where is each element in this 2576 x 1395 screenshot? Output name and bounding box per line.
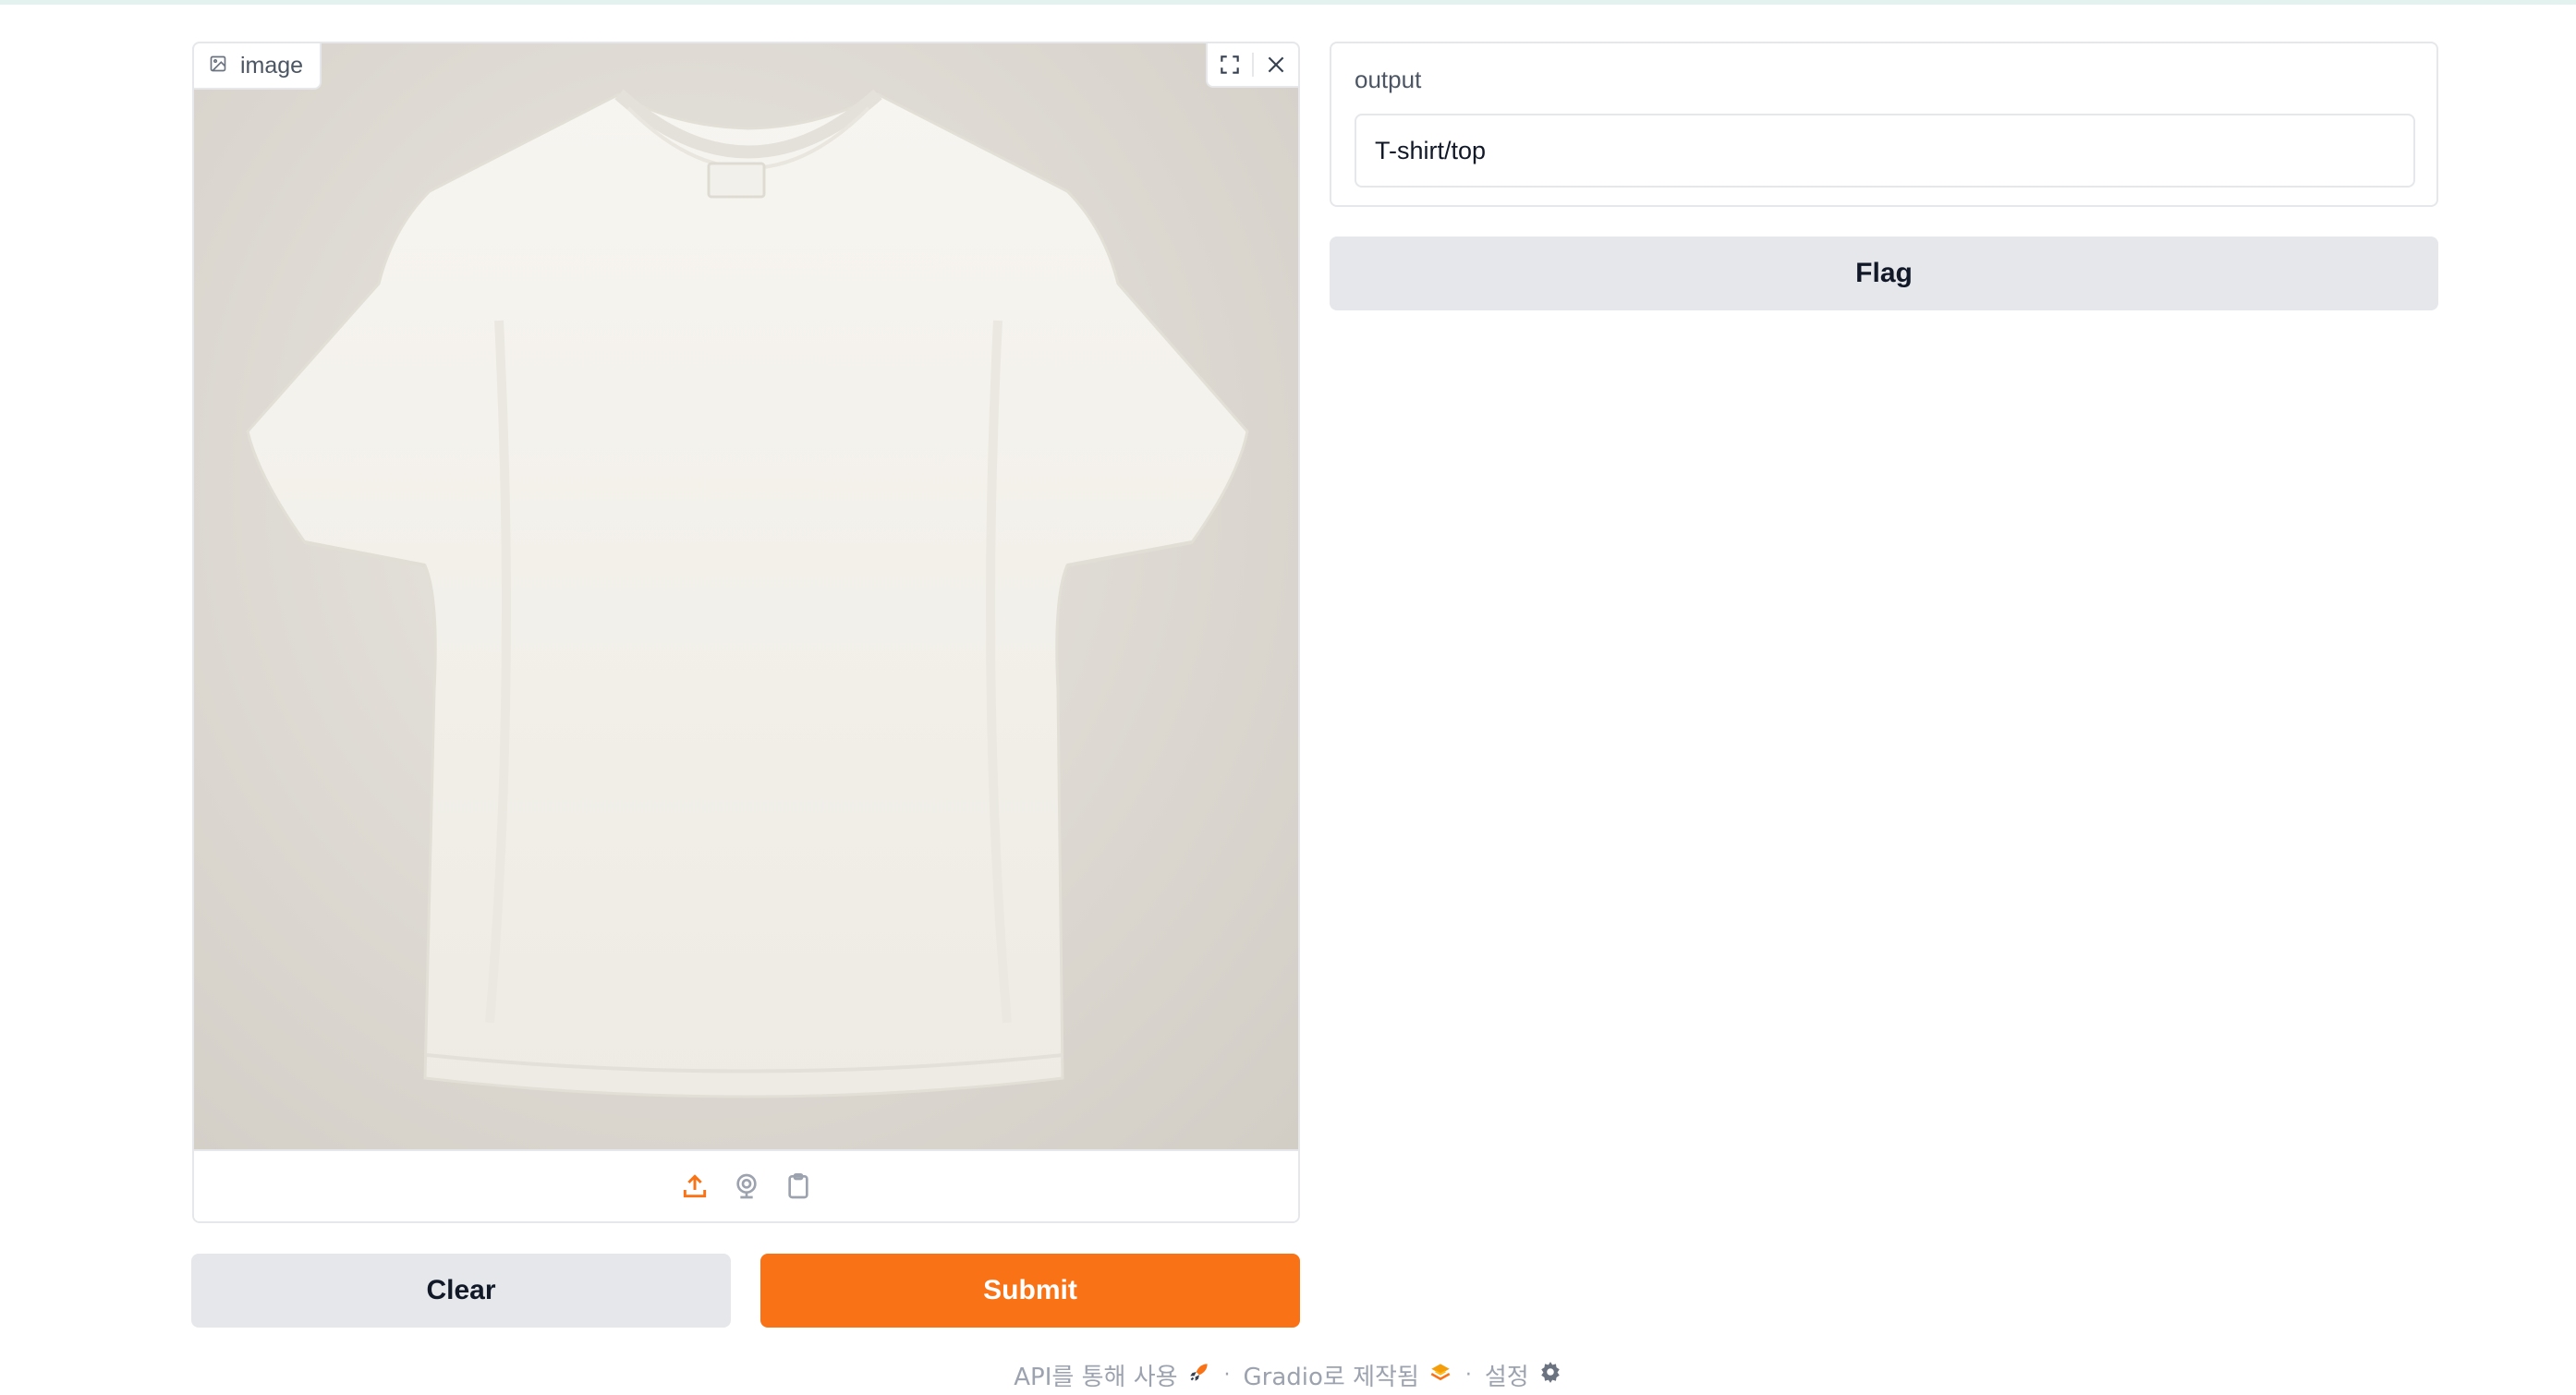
uploaded-image xyxy=(194,43,1298,1149)
output-label: output xyxy=(1355,66,1422,93)
output-textbox[interactable]: T-shirt/top xyxy=(1355,114,2415,188)
image-icon xyxy=(209,53,227,79)
settings-link[interactable]: 설정 xyxy=(1485,1358,1562,1392)
rocket-icon xyxy=(1187,1360,1211,1390)
clear-button[interactable]: Clear xyxy=(191,1254,731,1328)
gradio-link-text: Gradio로 제작됨 xyxy=(1243,1363,1419,1391)
upload-icon[interactable] xyxy=(678,1170,711,1203)
settings-link-text: 설정 xyxy=(1484,1363,1529,1391)
fullscreen-icon[interactable] xyxy=(1208,43,1252,86)
footer: API를 통해 사용 · Gradio로 제작됨 · 설정 xyxy=(0,1354,2576,1395)
gradio-logo-icon xyxy=(1428,1360,1452,1390)
gradio-link[interactable]: Gradio로 제작됨 xyxy=(1244,1358,1452,1392)
image-label-text: image xyxy=(240,52,304,79)
output-panel: output T-shirt/top xyxy=(1330,42,2438,207)
api-link[interactable]: API를 통해 사용 xyxy=(1014,1358,1210,1392)
tshirt-photo xyxy=(246,89,1249,1098)
flag-button[interactable]: Flag xyxy=(1330,237,2438,310)
image-input-panel[interactable]: image xyxy=(192,42,1300,1223)
api-link-text: API를 통해 사용 xyxy=(1014,1363,1178,1391)
webcam-icon[interactable] xyxy=(730,1170,763,1203)
close-icon[interactable] xyxy=(1254,43,1298,86)
top-border xyxy=(0,0,2576,5)
gear-icon xyxy=(1538,1360,1562,1390)
clipboard-icon[interactable] xyxy=(782,1170,815,1203)
image-label: image xyxy=(194,43,322,90)
footer-separator: · xyxy=(1464,1363,1472,1387)
image-actions xyxy=(1206,43,1298,88)
image-source-bar xyxy=(194,1149,1298,1221)
submit-button[interactable]: Submit xyxy=(760,1254,1300,1328)
footer-separator: · xyxy=(1223,1363,1231,1387)
